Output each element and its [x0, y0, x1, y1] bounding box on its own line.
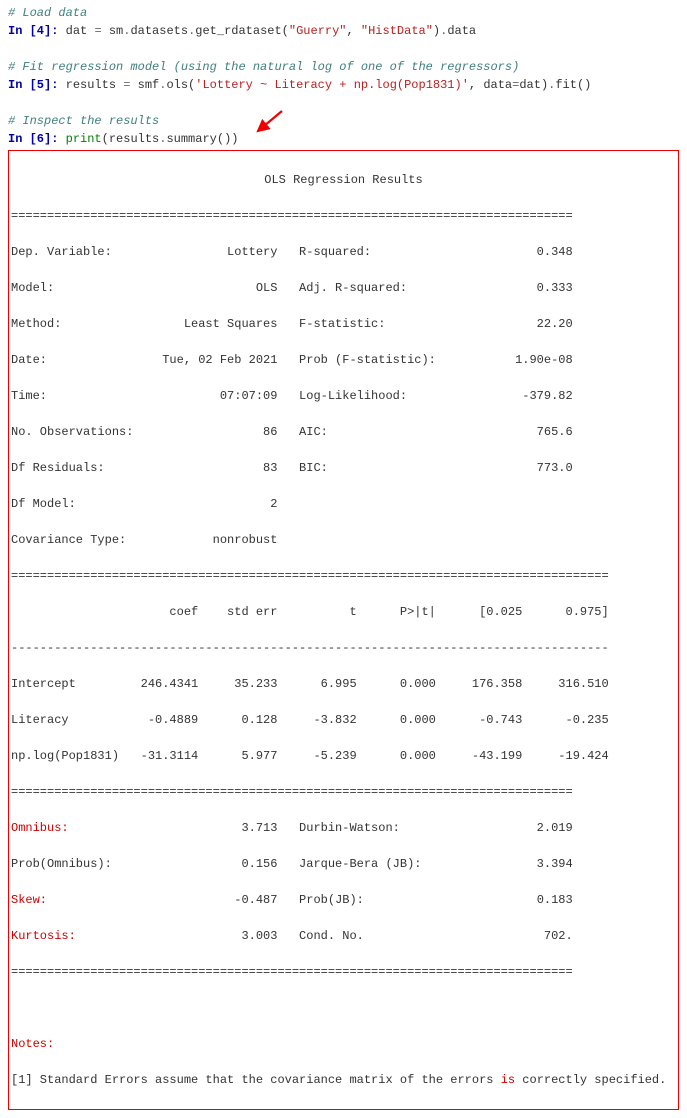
summary-line: No. Observations: 86 AIC: 765.6	[11, 423, 676, 441]
coef-row: np.log(Pop1831) -31.3114 5.977 -5.239 0.…	[11, 747, 676, 765]
summary-line: Dep. Variable: Lottery R-squared: 0.348	[11, 243, 676, 261]
summary-line: Time: 07:07:09 Log-Likelihood: -379.82	[11, 387, 676, 405]
summary-line: Df Model: 2	[11, 495, 676, 513]
summary-line: Model: OLS Adj. R-squared: 0.333	[11, 279, 676, 297]
diag-line: Skew: -0.487 Prob(JB): 0.183	[11, 891, 676, 909]
comment-1: # Load data	[8, 4, 679, 22]
results-title: OLS Regression Results	[11, 171, 676, 189]
diag-line: Omnibus: 3.713 Durbin-Watson: 2.019	[11, 819, 676, 837]
summary-line: Df Residuals: 83 BIC: 773.0	[11, 459, 676, 477]
diag-line: Kurtosis: 3.003 Cond. No. 702.	[11, 927, 676, 945]
hr: ========================================…	[11, 567, 676, 585]
hr: ========================================…	[11, 207, 676, 225]
hr: ========================================…	[11, 963, 676, 981]
summary-line: Covariance Type: nonrobust	[11, 531, 676, 549]
summary-line: Method: Least Squares F-statistic: 22.20	[11, 315, 676, 333]
hr-dash: ----------------------------------------…	[11, 639, 676, 657]
hr: ========================================…	[11, 783, 676, 801]
code-line-3: In [6]: print(results.summary())	[8, 130, 679, 148]
results-output: OLS Regression Results =================…	[8, 150, 679, 1110]
code-line-2: In [5]: results = smf.ols('Lottery ~ Lit…	[8, 76, 679, 94]
coef-row: Literacy -0.4889 0.128 -3.832 0.000 -0.7…	[11, 711, 676, 729]
comment-3: # Inspect the results	[8, 112, 679, 130]
comment-2: # Fit regression model (using the natura…	[8, 58, 679, 76]
summary-line: Date: Tue, 02 Feb 2021 Prob (F-statistic…	[11, 351, 676, 369]
code-line-1: In [4]: dat = sm.datasets.get_rdataset("…	[8, 22, 679, 40]
coef-row: Intercept 246.4341 35.233 6.995 0.000 17…	[11, 675, 676, 693]
notes-line: [1] Standard Errors assume that the cova…	[11, 1071, 676, 1089]
diag-line: Prob(Omnibus): 0.156 Jarque-Bera (JB): 3…	[11, 855, 676, 873]
coef-header: coef std err t P>|t| [0.025 0.975]	[11, 603, 676, 621]
notes-label: Notes:	[11, 1035, 676, 1053]
